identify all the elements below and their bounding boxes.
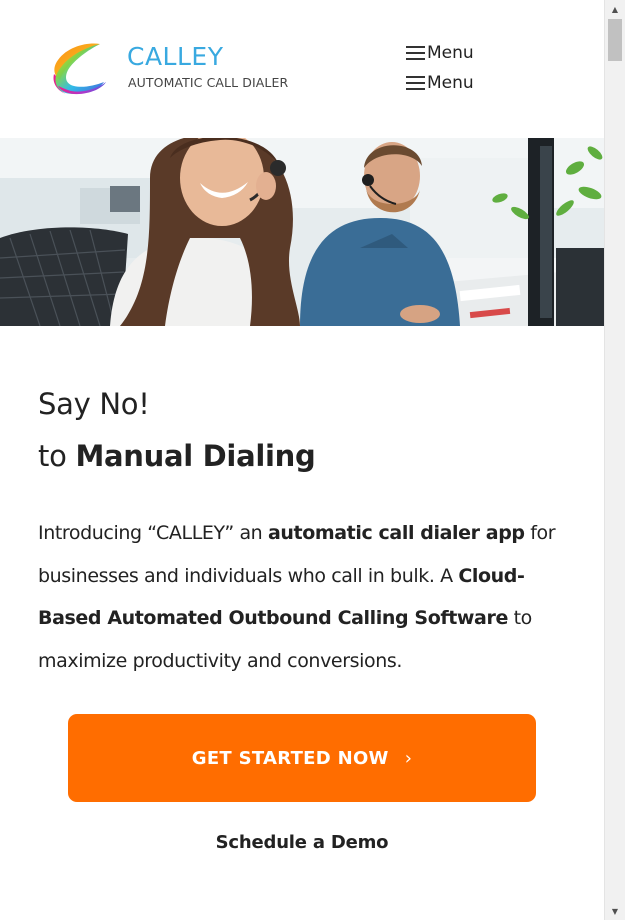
- page-viewport: CALLEY AUTOMATIC CALL DIALER Menu Menu S…: [0, 0, 604, 920]
- scroll-down-arrow-icon[interactable]: ▼: [605, 902, 625, 920]
- brand-logo[interactable]: CALLEY AUTOMATIC CALL DIALER: [48, 40, 288, 100]
- hamburger-icon: [406, 46, 425, 60]
- headline-line-2: to Manual Dialing: [38, 430, 578, 482]
- chevron-right-icon: ›: [404, 747, 413, 769]
- menu-toggle-button[interactable]: Menu: [406, 42, 474, 64]
- get-started-button[interactable]: GET STARTED NOW ›: [68, 714, 536, 802]
- brand-tagline: AUTOMATIC CALL DIALER: [128, 75, 289, 90]
- scrollbar-thumb[interactable]: [608, 19, 622, 61]
- vertical-scrollbar[interactable]: ▲ ▼: [604, 0, 625, 920]
- brand-name: CALLEY: [127, 42, 224, 71]
- intro-text-1: Introducing “CALLEY” an: [38, 522, 268, 544]
- hero-content: Say No! to Manual Dialing Introducing “C…: [38, 378, 578, 701]
- calley-logo-icon: [53, 43, 106, 95]
- schedule-demo-link[interactable]: Schedule a Demo: [0, 832, 604, 853]
- hero-image: [0, 138, 604, 326]
- scroll-up-arrow-icon[interactable]: ▲: [605, 0, 625, 18]
- headline-prefix: to: [38, 439, 76, 473]
- menu-label: Menu: [427, 43, 474, 63]
- get-started-label: GET STARTED NOW: [191, 747, 389, 769]
- headline-line-1: Say No!: [38, 387, 150, 421]
- menu-label: Menu: [427, 73, 474, 93]
- site-header: CALLEY AUTOMATIC CALL DIALER Menu Menu: [0, 0, 604, 138]
- intro-bold-1: automatic call dialer app: [267, 522, 525, 544]
- hamburger-icon: [406, 76, 425, 90]
- headline-emphasis: Manual Dialing: [75, 439, 316, 473]
- call-center-agents-photo: [0, 138, 604, 326]
- menu-toggle-button-secondary[interactable]: Menu: [406, 72, 474, 94]
- intro-paragraph: Introducing “CALLEY” an automatic call d…: [38, 512, 578, 682]
